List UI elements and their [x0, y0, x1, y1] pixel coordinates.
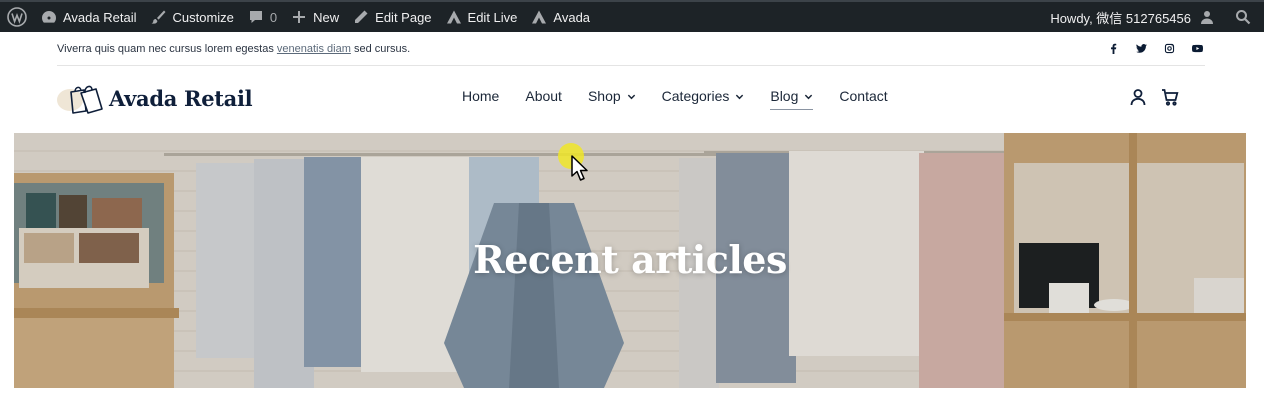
comments-link[interactable]: 0 — [241, 2, 284, 32]
site-name-menu[interactable]: Avada Retail — [34, 2, 143, 32]
avatar-icon — [1201, 11, 1213, 24]
nav-item-blog[interactable]: Blog — [770, 88, 814, 110]
edit-page-link[interactable]: Edit Page — [346, 2, 438, 32]
youtube-icon[interactable] — [1192, 43, 1203, 54]
top-info-bar: Viverra quis quam nec cursus lorem egest… — [57, 32, 1205, 66]
avada-menu[interactable]: Avada — [524, 2, 597, 32]
new-label: New — [313, 9, 340, 25]
nav-item-contact[interactable]: Contact — [839, 88, 887, 107]
promo-link[interactable]: venenatis diam — [277, 43, 351, 55]
nav-item-label: Contact — [839, 88, 888, 104]
wordpress-logo-menu[interactable] — [0, 2, 34, 32]
edit-live-link[interactable]: Edit Live — [439, 2, 525, 32]
search-icon — [1236, 10, 1251, 25]
mouse-pointer-icon — [571, 155, 588, 181]
chevron-down-icon — [805, 94, 813, 99]
account-icon[interactable] — [1129, 88, 1147, 106]
social-links — [1108, 43, 1203, 54]
howdy-label: Howdy, 微信 512765456 — [1050, 10, 1191, 26]
nav-item-label: Categories — [661, 88, 730, 104]
chevron-down-icon — [627, 94, 635, 99]
promo-text: Viverra quis quam nec cursus lorem egest… — [57, 43, 410, 55]
my-account-menu[interactable]: Howdy, 微信 512765456 — [1043, 2, 1228, 32]
nav-item-home[interactable]: Home — [462, 88, 499, 107]
twitter-icon[interactable] — [1136, 43, 1147, 54]
cart-icon[interactable] — [1161, 88, 1179, 106]
avada-label: Avada — [553, 9, 591, 25]
nav-item-label: Shop — [587, 88, 621, 104]
customize-link[interactable]: Customize — [143, 2, 240, 32]
avada-logo-icon — [532, 10, 547, 24]
comment-icon — [249, 11, 262, 23]
nav-item-shop[interactable]: Shop — [588, 88, 636, 107]
wordpress-icon — [7, 7, 27, 27]
avada-logo-icon — [446, 10, 461, 24]
main-navigation: Home About Shop Categories Blog Contact — [462, 88, 914, 110]
edit-live-label: Edit Live — [467, 9, 518, 25]
promo-text-before: Viverra quis quam nec cursus lorem egest… — [57, 42, 277, 55]
chevron-down-icon — [736, 94, 744, 99]
nav-item-label: About — [525, 88, 562, 104]
customize-label: Customize — [172, 9, 234, 25]
site-header: Avada Retail Home About Shop Categories … — [57, 66, 1205, 133]
pencil-icon — [355, 10, 368, 23]
logo-text: Avada Retail — [109, 85, 253, 111]
nav-item-about[interactable]: About — [525, 88, 562, 107]
facebook-icon[interactable] — [1108, 43, 1119, 54]
comments-count: 0 — [269, 9, 278, 25]
dashboard-icon — [42, 11, 56, 23]
nav-item-label: Blog — [770, 88, 799, 104]
instagram-icon[interactable] — [1164, 43, 1175, 54]
site-name-label: Avada Retail — [63, 9, 137, 25]
paintbrush-icon — [151, 10, 166, 24]
promo-text-after: sed cursus. — [350, 42, 411, 55]
admin-search[interactable] — [1228, 2, 1264, 32]
edit-page-label: Edit Page — [375, 9, 432, 25]
nav-item-label: Home — [462, 88, 500, 104]
wp-admin-bar: Avada Retail Customize 0 New Edit Page E… — [0, 0, 1264, 32]
hero-title: Recent articles — [473, 237, 787, 282]
nav-item-categories[interactable]: Categories — [662, 88, 745, 107]
new-content-menu[interactable]: New — [284, 2, 346, 32]
site-logo[interactable]: Avada Retail — [57, 81, 253, 115]
plus-icon — [293, 11, 306, 23]
shopping-bags-logo-icon — [57, 81, 105, 115]
hero-banner: Recent articles — [14, 133, 1246, 388]
header-actions — [1129, 88, 1179, 106]
